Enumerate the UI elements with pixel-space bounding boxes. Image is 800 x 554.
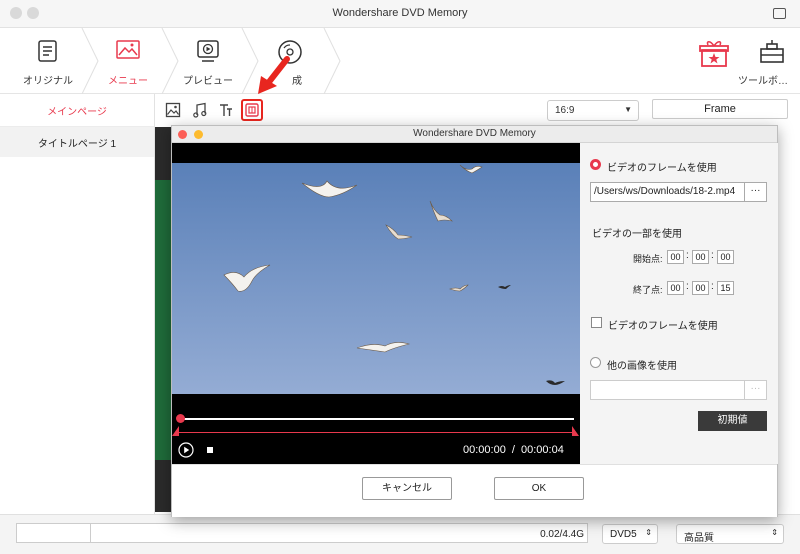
- dialog-title-bar: Wondershare DVD Memory: [172, 126, 777, 143]
- start-hour-field[interactable]: 00: [667, 250, 684, 264]
- step-label: オリジナル: [23, 76, 73, 87]
- text-icon[interactable]: [218, 102, 234, 118]
- background-image-icon[interactable]: [165, 102, 181, 118]
- step-source[interactable]: オリジナル: [8, 28, 88, 94]
- cancel-button[interactable]: キャンセル: [362, 477, 452, 500]
- right-tools: ツールボ…: [680, 28, 800, 94]
- use-frame-label: ビデオのフレームを使用: [607, 163, 717, 174]
- gift-icon[interactable]: [698, 38, 730, 68]
- time-colon: :: [686, 281, 689, 292]
- trim-end-handle[interactable]: [570, 426, 580, 436]
- step-label: メニュー: [108, 76, 148, 87]
- dialog-title: Wondershare DVD Memory: [413, 128, 536, 139]
- ok-button[interactable]: OK: [494, 477, 584, 500]
- quality-value: 高品質: [684, 533, 714, 544]
- other-image-label: 他の画像を使用: [607, 361, 677, 372]
- end-point-label: 終了点:: [633, 285, 663, 295]
- aspect-ratio-value: 16:9: [555, 105, 575, 116]
- use-frame-checkbox-label: ビデオのフレームを使用: [608, 321, 718, 332]
- updown-chevron-icon: ⇕: [645, 528, 652, 537]
- title-bar: Wondershare DVD Memory: [0, 0, 800, 28]
- use-frame-checkbox[interactable]: [591, 317, 602, 328]
- time-separator: /: [511, 444, 515, 456]
- menu-icon: [116, 40, 140, 59]
- total-time: 00:00:04: [521, 444, 564, 456]
- feedback-icon[interactable]: [773, 8, 786, 19]
- thumbnail-icon[interactable]: [244, 102, 260, 118]
- play-icon[interactable]: [178, 442, 194, 458]
- dialog-minimize-button[interactable]: [194, 130, 203, 139]
- time-colon: :: [711, 281, 714, 292]
- reset-button[interactable]: 初期値: [698, 411, 767, 431]
- dialog-close-button[interactable]: [178, 130, 187, 139]
- preview-icon: [197, 40, 219, 62]
- aspect-ratio-select[interactable]: 16:9 ▼: [547, 100, 639, 121]
- other-image-radio[interactable]: [590, 357, 601, 368]
- birds-frame-image: [223, 164, 565, 385]
- main-page-tab[interactable]: メインページ: [0, 94, 154, 127]
- source-icon: [38, 40, 57, 62]
- use-frame-radio[interactable]: [590, 159, 601, 170]
- step-menu[interactable]: メニュー: [88, 28, 168, 94]
- time-colon: :: [711, 250, 714, 261]
- status-bar: 0.02/4.4G DVD5 ⇕ 高品質 ⇕: [0, 514, 800, 554]
- current-time: 00:00:00: [463, 444, 506, 456]
- trim-start-handle[interactable]: [172, 426, 182, 436]
- step-label: プレビュー: [183, 76, 233, 87]
- browse-image-button[interactable]: ···: [744, 380, 767, 400]
- frame-button[interactable]: Frame: [652, 99, 788, 119]
- start-point-label: 開始点:: [633, 254, 663, 264]
- step-preview[interactable]: プレビュー: [168, 28, 248, 94]
- left-panel: メインページ タイトルページ 1: [0, 94, 155, 514]
- annotation-arrow-icon: [258, 56, 290, 94]
- music-icon[interactable]: [192, 102, 208, 118]
- chevron-down-icon: ▼: [624, 105, 632, 114]
- disc-type-value: DVD5: [610, 529, 637, 540]
- end-hour-field[interactable]: 00: [667, 281, 684, 295]
- toolbox-label: ツールボ…: [738, 76, 788, 87]
- stop-icon[interactable]: [207, 447, 213, 453]
- trim-range-bar: [178, 432, 576, 433]
- image-path-field[interactable]: [590, 380, 745, 400]
- seek-bar[interactable]: [180, 418, 574, 420]
- start-second-field[interactable]: 00: [717, 250, 734, 264]
- quality-select[interactable]: 高品質 ⇕: [676, 524, 784, 544]
- capacity-text: 0.02/4.4G: [540, 529, 584, 540]
- title-page-item[interactable]: タイトルページ 1: [0, 127, 154, 157]
- start-minute-field[interactable]: 00: [692, 250, 709, 264]
- disc-type-select[interactable]: DVD5 ⇕: [602, 524, 658, 544]
- step-divider: [323, 28, 341, 94]
- seek-handle[interactable]: [176, 414, 185, 423]
- video-part-label: ビデオの一部を使用: [592, 229, 682, 240]
- menu-toolbar: 16:9 ▼: [155, 94, 645, 127]
- thumbnail-dialog: Wondershare DVD Memory 00:00:00 / 00:00:…: [171, 125, 778, 517]
- capacity-bar-used: [16, 523, 91, 543]
- end-minute-field[interactable]: 00: [692, 281, 709, 295]
- video-frame: [172, 163, 580, 394]
- thumbnail-settings: ビデオのフレームを使用 /Users/ws/Downloads/18-2.mp4…: [580, 143, 778, 464]
- toolbox-icon[interactable]: [758, 38, 786, 66]
- updown-chevron-icon: ⇕: [771, 528, 778, 537]
- end-second-field[interactable]: 15: [717, 281, 734, 295]
- browse-video-button[interactable]: ···: [744, 182, 767, 202]
- time-colon: :: [686, 250, 689, 261]
- video-path-field[interactable]: /Users/ws/Downloads/18-2.mp4: [590, 182, 745, 202]
- playback-time: 00:00:00 / 00:00:04: [463, 444, 564, 456]
- video-player: 00:00:00 / 00:00:04: [172, 143, 580, 464]
- app-title: Wondershare DVD Memory: [332, 7, 468, 19]
- dialog-button-bar: キャンセル OK: [172, 464, 777, 517]
